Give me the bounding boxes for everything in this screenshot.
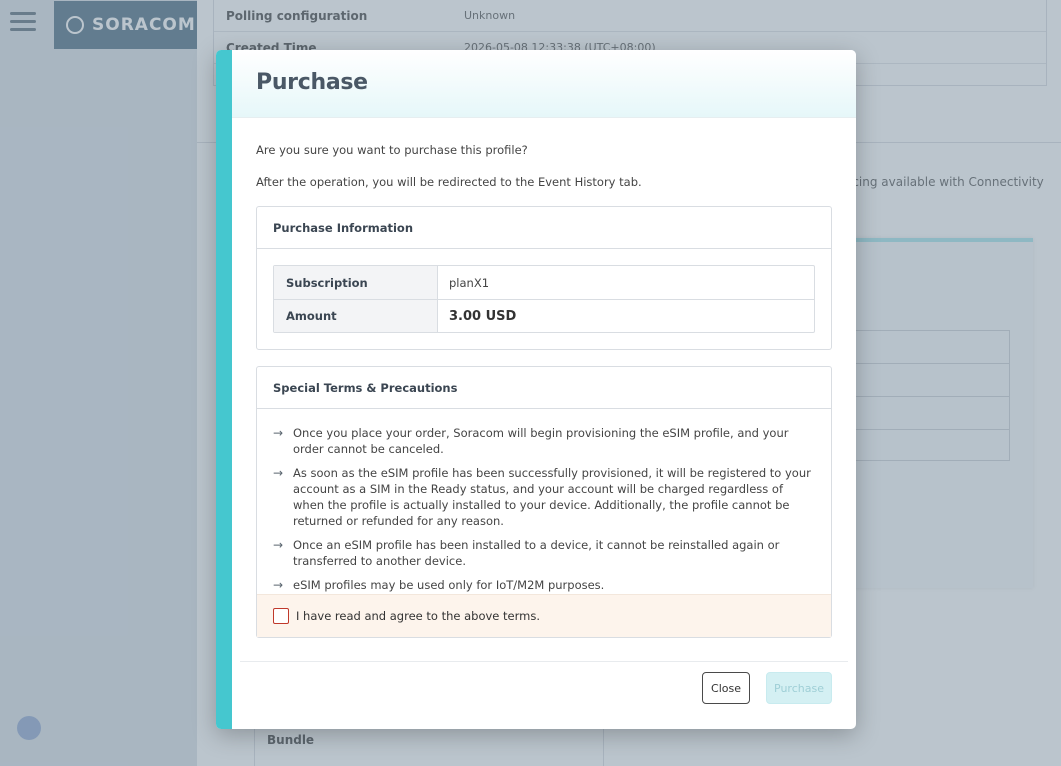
purchase-dialog: Purchase Are you sure you want to purcha… — [216, 50, 856, 729]
list-item: → eSIM profiles may be used only for IoT… — [273, 577, 813, 593]
subscription-label: Subscription — [274, 266, 438, 299]
table-row: Subscription planX1 — [274, 266, 814, 299]
panel-heading: Purchase Information — [257, 207, 831, 249]
agree-checkbox[interactable] — [273, 608, 289, 624]
confirm-text: Are you sure you want to purchase this p… — [256, 143, 528, 157]
term-text: eSIM profiles may be used only for IoT/M… — [293, 578, 605, 592]
list-item: → As soon as the eSIM profile has been s… — [273, 465, 813, 529]
panel-heading: Special Terms & Precautions — [257, 367, 831, 409]
table-row: Amount 3.00 USD — [274, 299, 814, 332]
terms-list: → Once you place your order, Soracom wil… — [273, 425, 813, 601]
dialog-footer-divider — [240, 661, 848, 662]
purchase-button[interactable]: Purchase — [766, 672, 832, 704]
agree-row: I have read and agree to the above terms… — [257, 594, 831, 637]
term-text: Once an eSIM profile has been installed … — [293, 538, 780, 568]
term-text: As soon as the eSIM profile has been suc… — [293, 466, 811, 528]
arrow-right-icon: → — [273, 538, 284, 552]
list-item: → Once you place your order, Soracom wil… — [273, 425, 813, 457]
close-button[interactable]: Close — [702, 672, 750, 704]
arrow-right-icon: → — [273, 466, 284, 480]
special-terms-panel: Special Terms & Precautions → Once you p… — [256, 366, 832, 638]
amount-value: 3.00 USD — [449, 308, 517, 324]
redirect-text: After the operation, you will be redirec… — [256, 175, 642, 189]
dialog-header: Purchase — [232, 50, 856, 118]
list-item: → Once an eSIM profile has been installe… — [273, 537, 813, 569]
purchase-information-panel: Purchase Information Subscription planX1… — [256, 206, 832, 350]
accent-stripe — [216, 50, 232, 729]
arrow-right-icon: → — [273, 578, 284, 592]
amount-label: Amount — [274, 300, 438, 332]
arrow-right-icon: → — [273, 426, 284, 440]
dialog-title: Purchase — [256, 70, 368, 95]
purchase-info-table: Subscription planX1 Amount 3.00 USD — [273, 265, 815, 333]
term-text: Once you place your order, Soracom will … — [293, 426, 789, 456]
subscription-value: planX1 — [449, 275, 490, 290]
agree-label[interactable]: I have read and agree to the above terms… — [296, 609, 540, 623]
